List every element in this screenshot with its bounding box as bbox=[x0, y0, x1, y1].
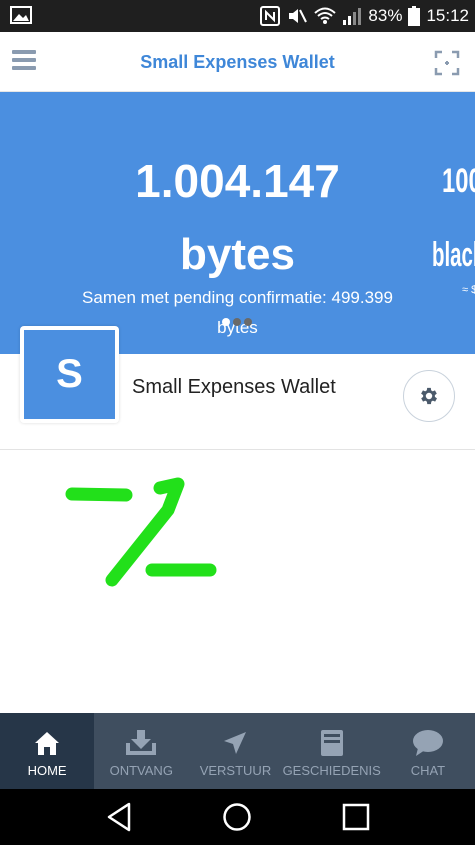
page-title: Small Expenses Wallet bbox=[140, 52, 335, 72]
system-nav-bar bbox=[0, 789, 475, 845]
nav-home-label: HOME bbox=[27, 763, 67, 778]
gear-icon bbox=[421, 387, 437, 405]
next-slide-amount: 100.0 bbox=[442, 162, 475, 200]
nav-send-label: VERSTUUR bbox=[199, 763, 272, 778]
green-doodle bbox=[65, 477, 217, 587]
back-icon bbox=[107, 802, 131, 832]
home-circle-icon bbox=[223, 803, 252, 831]
battery-percent: 83% bbox=[368, 6, 403, 25]
recents-icon bbox=[342, 803, 370, 831]
mute-icon bbox=[289, 9, 308, 23]
scan-icon[interactable] bbox=[434, 50, 460, 76]
nav-chat[interactable]: CHAT bbox=[381, 713, 475, 789]
back-button[interactable] bbox=[89, 789, 149, 845]
recents-button[interactable] bbox=[326, 789, 386, 845]
clock: 15:12 bbox=[426, 6, 469, 25]
bottom-nav: HOME ONTVANG VERSTUUR GESCHIEDENIS CHAT bbox=[0, 713, 475, 789]
home-system-button[interactable] bbox=[207, 789, 267, 845]
avatar: S bbox=[24, 330, 115, 419]
nav-home[interactable]: HOME bbox=[0, 713, 95, 789]
wallet-content bbox=[0, 450, 475, 713]
gallery-icon bbox=[10, 6, 32, 24]
nav-history-label: GESCHIEDENIS bbox=[282, 763, 381, 778]
battery-icon bbox=[408, 6, 421, 26]
nav-receive-label: ONTVANG bbox=[109, 763, 173, 778]
pending-balance: Samen met pending confirmatie: 499.399 bbox=[82, 288, 393, 307]
nav-receive[interactable]: ONTVANG bbox=[94, 713, 188, 789]
wifi-icon bbox=[314, 7, 337, 24]
pager-dots[interactable] bbox=[222, 318, 252, 326]
send-icon bbox=[224, 732, 247, 754]
home-icon bbox=[35, 732, 60, 755]
receive-icon bbox=[126, 730, 157, 755]
next-slide-unit: blackb bbox=[432, 236, 475, 274]
pager-dot[interactable] bbox=[244, 318, 252, 326]
app-header: Small Expenses Wallet bbox=[0, 32, 475, 92]
pager-dot[interactable] bbox=[233, 318, 241, 326]
balance-amount: 1.004.147 bbox=[135, 155, 340, 207]
nav-send[interactable]: VERSTUUR bbox=[188, 713, 282, 789]
wallet-settings-button[interactable] bbox=[403, 370, 455, 422]
pager-dot[interactable] bbox=[222, 318, 230, 326]
history-icon bbox=[320, 730, 343, 756]
wallet-name: Small Expenses Wallet bbox=[132, 376, 336, 398]
chat-icon bbox=[412, 730, 443, 756]
wallet-row: S Small Expenses Wallet bbox=[0, 326, 475, 450]
status-bar: 83% 15:12 bbox=[0, 0, 475, 32]
nfc-icon bbox=[260, 6, 281, 26]
status-icons: 83% 15:12 bbox=[260, 0, 469, 32]
nav-chat-label: CHAT bbox=[410, 763, 446, 778]
balance-panel[interactable]: 1.004.147 bytes Samen met pending confir… bbox=[0, 92, 475, 354]
wallet-avatar-frame: S bbox=[20, 326, 119, 423]
balance-unit: bytes bbox=[180, 230, 295, 279]
next-slide-sub: ≈ $0 bbox=[462, 284, 475, 296]
signal-icon bbox=[343, 8, 362, 25]
nav-history[interactable]: GESCHIEDENIS bbox=[283, 713, 381, 789]
